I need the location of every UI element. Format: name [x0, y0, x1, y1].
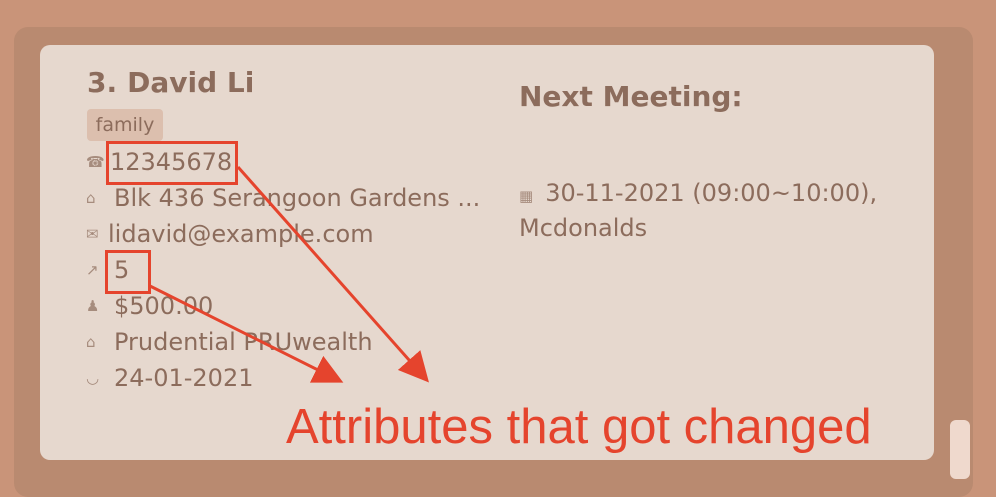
tag-family: family — [87, 109, 163, 141]
person-index: 3. — [87, 66, 118, 99]
person-name-text: David Li — [127, 66, 255, 99]
house-icon: ⌂ — [86, 189, 96, 207]
date-row: ◡ 24-01-2021 — [86, 363, 253, 393]
policy-row: ⌂ Prudential PRUwealth — [86, 327, 373, 357]
policy-value: Prudential PRUwealth — [114, 328, 373, 356]
envelope-icon: ✉ — [86, 225, 99, 243]
bank-icon: ⌂ — [86, 333, 96, 351]
score-highlight-box — [105, 250, 151, 294]
telephone-icon: ☎ — [86, 153, 105, 171]
next-meeting-title: Next Meeting: — [519, 80, 743, 113]
chart-icon: ↗ — [86, 261, 99, 279]
scrollbar-thumb[interactable] — [950, 420, 970, 479]
date-value: 24-01-2021 — [114, 364, 254, 392]
address-value: Blk 436 Serangoon Gardens ... — [114, 184, 481, 212]
person-name: 3. David Li — [87, 66, 254, 99]
annotation-caption: Attributes that got changed — [286, 400, 872, 454]
income-value: $500.00 — [114, 292, 214, 320]
meeting-datetime-row: ▦ 30-11-2021 (09:00~10:00), — [519, 178, 877, 211]
email-value: lidavid@example.com — [108, 220, 374, 248]
money-bag-icon: ♟ — [86, 297, 100, 315]
income-row: ♟ $500.00 — [86, 291, 213, 321]
email-row: ✉ lidavid@example.com — [86, 219, 374, 249]
meeting-datetime: 30-11-2021 (09:00~10:00), — [545, 179, 878, 207]
meeting-location: Mcdonalds — [519, 214, 648, 242]
address-row: ⌂ Blk 436 Serangoon Gardens ... — [86, 183, 480, 213]
handshake-icon: ◡ — [86, 369, 100, 387]
calendar-icon: ▦ — [519, 187, 534, 205]
phone-highlight-box — [106, 141, 238, 185]
